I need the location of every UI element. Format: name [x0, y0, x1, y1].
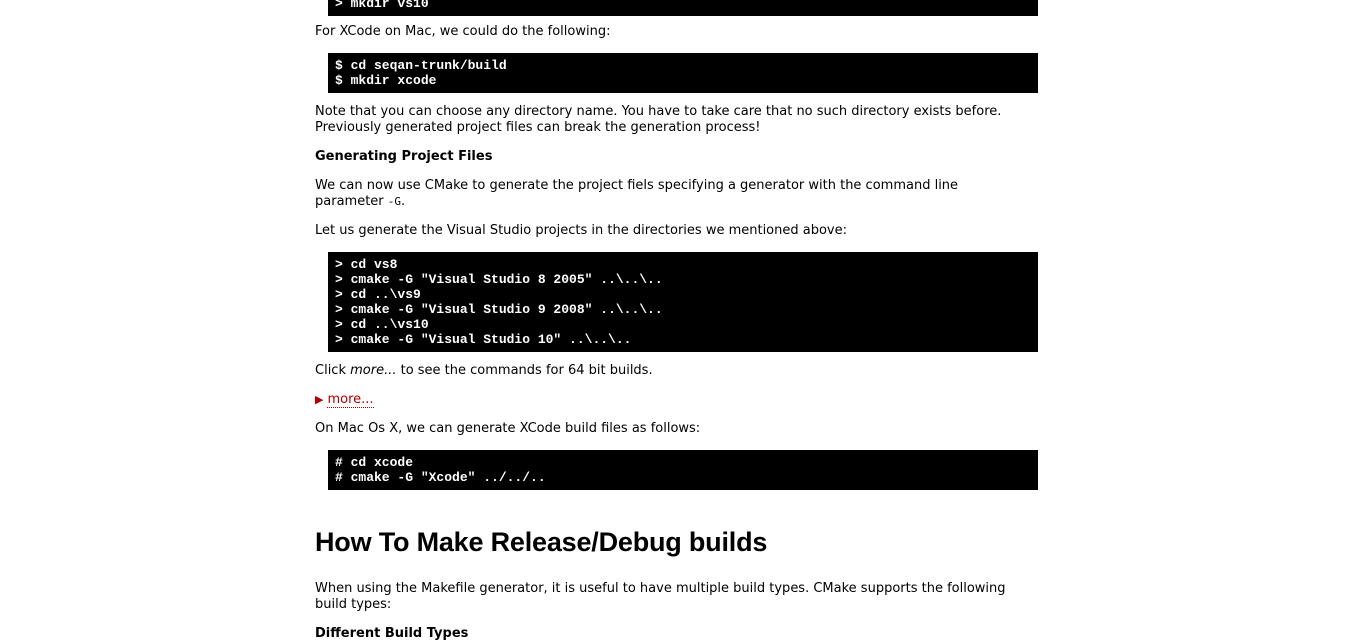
generator-paragraph: We can now use CMake to generate the pro… — [315, 178, 958, 210]
build-types-line-2: build types: — [315, 597, 392, 612]
note-line-2: Previously generated project files can b… — [315, 120, 761, 135]
click-prefix: Click — [315, 363, 351, 378]
code-line: # cmake -G "Xcode" ../../.. — [335, 470, 546, 485]
mac-generate-intro-text: On Mac Os X, we can generate XCode build… — [315, 421, 701, 436]
code-line: > cd vs8 — [335, 257, 398, 272]
generator-line-1: We can now use CMake to generate the pro… — [315, 178, 959, 193]
code-block-mkdir: > mkdir vs10 — [328, 0, 1038, 16]
code-line: > cd ..\vs9 — [335, 287, 421, 302]
more-toggle[interactable]: ▶ more... — [315, 392, 374, 408]
code-line: > cmake -G "Visual Studio 10" ..\..\.. — [335, 332, 632, 347]
code-block-mac-setup: $ cd seqan-trunk/build $ mkdir xcode — [328, 53, 1038, 93]
code-block-visual-studio: > cd vs8 > cmake -G "Visual Studio 8 200… — [328, 252, 1038, 352]
visual-studio-intro-text: Let us generate the Visual Studio projec… — [315, 223, 848, 238]
different-build-types-heading: Different Build Types — [315, 626, 469, 641]
code-line: > cmake -G "Visual Studio 9 2008" ..\..\… — [335, 302, 663, 317]
code-line: > mkdir vs10 — [335, 0, 429, 11]
generator-line-2-end: . — [401, 194, 406, 209]
build-types-line-1: When using the Makefile generator, it is… — [315, 581, 1006, 596]
code-line: > cmake -G "Visual Studio 8 2005" ..\..\… — [335, 272, 663, 287]
build-types-paragraph: When using the Makefile generator, it is… — [315, 581, 1006, 613]
section-title: How To Make Release/Debug builds — [315, 527, 768, 557]
xcode-intro-text: For XCode on Mac, we could do the follow… — [315, 24, 611, 39]
generating-project-files-heading: Generating Project Files — [315, 149, 493, 164]
code-line: > cd ..\vs10 — [335, 317, 429, 332]
click-suffix: to see the commands for 64 bit builds. — [396, 363, 653, 378]
generator-line-2: parameter — [315, 194, 388, 209]
note-paragraph: Note that you can choose any directory n… — [315, 104, 1001, 136]
code-block-xcode-generate: # cd xcode # cmake -G "Xcode" ../../.. — [328, 450, 1038, 490]
code-line: # cd xcode — [335, 455, 414, 470]
expand-triangle-icon: ▶ — [315, 393, 324, 406]
click-more-emphasis: more... — [350, 363, 397, 378]
code-line: $ cd seqan-trunk/build — [335, 58, 507, 73]
click-more-text: Click more... to see the commands for 64… — [315, 363, 653, 379]
more-link[interactable]: more... — [327, 392, 374, 408]
code-line: $ mkdir xcode — [335, 73, 437, 88]
note-line-1: Note that you can choose any directory n… — [315, 104, 1002, 119]
inline-code-g-flag: -G — [387, 195, 402, 208]
